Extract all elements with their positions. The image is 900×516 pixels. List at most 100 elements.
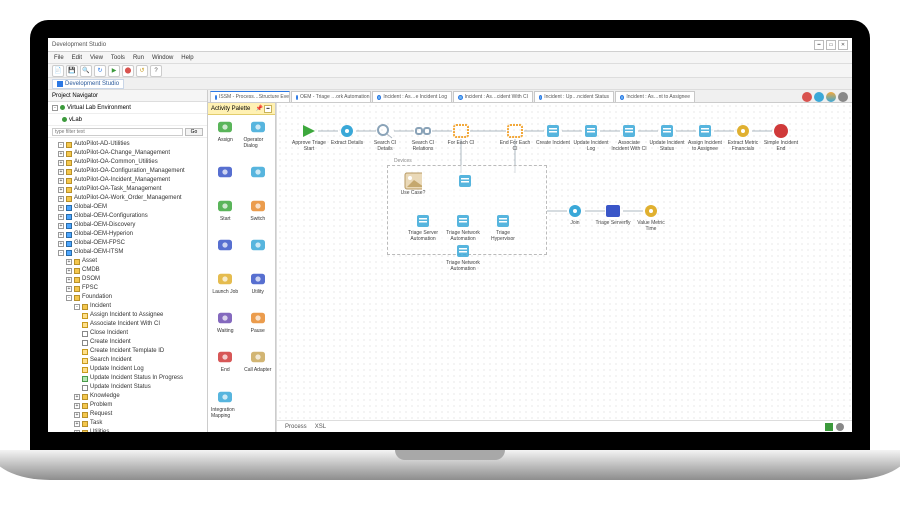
run-icon[interactable]: ▶ xyxy=(108,65,120,77)
menu-help[interactable]: Help xyxy=(181,55,193,61)
process-node[interactable]: Extract Details xyxy=(329,123,365,146)
palette-item[interactable] xyxy=(243,162,274,193)
expand-icon[interactable]: + xyxy=(58,205,64,211)
tree-node[interactable]: +Global-OEM-Configurations xyxy=(52,212,205,221)
tree-node[interactable]: +AutoPilot-OA-Work_Order_Management xyxy=(52,194,205,203)
expand-icon[interactable]: + xyxy=(58,151,64,157)
editor-tab[interactable]: Incident : As…e Incident Log xyxy=(372,91,452,102)
tree-node[interactable]: +Global-OEM-FPSC xyxy=(52,239,205,248)
expand-icon[interactable]: + xyxy=(58,187,64,193)
perspective-tab[interactable]: Development Studio xyxy=(52,79,124,89)
settings-icon[interactable] xyxy=(826,92,836,102)
palette-item[interactable]: End xyxy=(210,347,241,384)
tree-node[interactable]: +Task xyxy=(52,419,205,428)
editor-tab[interactable]: ISSM - Process…Structure Event xyxy=(210,91,290,102)
refresh-icon[interactable]: ↻ xyxy=(94,65,106,77)
process-node[interactable]: Search CI Details xyxy=(367,123,403,152)
editor-tab[interactable]: Incident : As…cident With CI xyxy=(453,91,533,102)
process-node[interactable]: Approve Triage Start xyxy=(291,123,327,152)
expand-icon[interactable]: + xyxy=(58,214,64,220)
close-button[interactable]: ✕ xyxy=(838,40,848,50)
pin-icon[interactable]: 📌 xyxy=(256,105,263,113)
expand-icon[interactable]: + xyxy=(58,223,64,229)
menu-edit[interactable]: Edit xyxy=(72,55,82,61)
tree-node[interactable]: +Asset xyxy=(52,257,205,266)
tree-node[interactable]: +AutoPilot-OA-Incident_Management xyxy=(52,176,205,185)
menu-window[interactable]: Window xyxy=(152,55,173,61)
expand-icon[interactable]: + xyxy=(74,430,80,433)
process-node[interactable]: Triage Hypervisor xyxy=(485,213,521,242)
tree-node[interactable]: Update Incident Status xyxy=(52,383,205,392)
tree-node[interactable]: +Global-OEM xyxy=(52,203,205,212)
tree-node[interactable]: +AutoPilot-OA-Configuration_Management xyxy=(52,167,205,176)
process-node[interactable]: Extract Metric Financials xyxy=(725,123,761,152)
minimize-button[interactable]: ━ xyxy=(814,40,824,50)
help-icon[interactable]: ? xyxy=(150,65,162,77)
expand-icon[interactable]: + xyxy=(74,421,80,427)
tree-node[interactable]: Create Incident xyxy=(52,338,205,347)
palette-item[interactable] xyxy=(210,235,241,266)
process-node[interactable] xyxy=(447,173,483,190)
tree-node[interactable]: +Utilities xyxy=(52,428,205,432)
palette-item[interactable]: Launch Job xyxy=(210,269,241,306)
process-node[interactable]: Update Incident Status xyxy=(649,123,685,152)
tree-node[interactable]: Associate Incident With CI xyxy=(52,320,205,329)
zoom-icon[interactable] xyxy=(836,423,844,431)
filter-go-button[interactable]: Go xyxy=(185,128,203,136)
process-node[interactable]: For Each CI xyxy=(443,123,479,146)
process-node[interactable]: Use Case? xyxy=(395,173,431,196)
history-icon[interactable]: ↺ xyxy=(136,65,148,77)
tree-node[interactable]: -AutoPilot-AD-Utilities xyxy=(52,140,205,149)
expand-icon[interactable]: + xyxy=(58,169,64,175)
tree-node[interactable]: +Request xyxy=(52,410,205,419)
palette-item[interactable] xyxy=(243,235,274,266)
globe-icon[interactable] xyxy=(814,92,824,102)
tree-node[interactable]: +DSOM xyxy=(52,275,205,284)
project-tree[interactable]: -AutoPilot-AD-Utilities+AutoPilot-OA-Cha… xyxy=(48,138,207,432)
expand-icon[interactable]: + xyxy=(66,259,72,265)
palette-item[interactable]: Utility xyxy=(243,269,274,306)
collapse-icon[interactable]: - xyxy=(66,295,72,301)
editor-tab[interactable]: Incident : As…nt to Assignee xyxy=(615,91,695,102)
tree-node[interactable]: +AutoPilot-OA-Task_Management xyxy=(52,185,205,194)
process-canvas[interactable]: Approve Triage StartExtract DetailsSearc… xyxy=(277,103,852,420)
collapse-icon[interactable]: - xyxy=(58,142,64,148)
expand-icon[interactable]: + xyxy=(58,178,64,184)
tree-node[interactable]: -Foundation xyxy=(52,293,205,302)
tree-node[interactable]: +Global-OEM-Hyperion xyxy=(52,230,205,239)
debug-icon[interactable]: ⬤ xyxy=(122,65,134,77)
menu-run[interactable]: Run xyxy=(133,55,144,61)
tree-node[interactable]: +Global-OEM-Discovery xyxy=(52,221,205,230)
palette-item[interactable]: Pause xyxy=(243,308,274,345)
bottom-tab-process[interactable]: Process xyxy=(285,424,307,430)
tree-node[interactable]: +FPSC xyxy=(52,284,205,293)
expand-icon[interactable]: + xyxy=(74,394,80,400)
expand-icon[interactable]: + xyxy=(58,241,64,247)
tree-node[interactable]: +Knowledge xyxy=(52,392,205,401)
process-node[interactable]: Assign Incident to Assignee xyxy=(687,123,723,152)
palette-item[interactable]: Waiting xyxy=(210,308,241,345)
palette-item[interactable]: Operator Dialog xyxy=(243,117,274,160)
environment-sub[interactable]: vLab xyxy=(48,114,207,126)
palette-item[interactable]: Start xyxy=(210,196,241,233)
expand-icon[interactable]: + xyxy=(58,196,64,202)
process-node[interactable]: Simple Incident End xyxy=(763,123,799,152)
tree-node[interactable]: -Global-OEM-ITSM xyxy=(52,248,205,257)
menu-tools[interactable]: Tools xyxy=(111,55,125,61)
collapse-icon[interactable]: - xyxy=(58,250,64,256)
process-node[interactable]: Triage Network Automation xyxy=(445,243,481,272)
zoom-fit-icon[interactable] xyxy=(825,423,833,431)
process-node[interactable]: Triage Serverfly xyxy=(595,203,631,226)
expand-icon[interactable]: + xyxy=(66,268,72,274)
process-node[interactable]: Search CI Relations xyxy=(405,123,441,152)
expand-icon[interactable]: + xyxy=(66,277,72,283)
process-node[interactable]: Create Incident xyxy=(535,123,571,146)
palette-item[interactable] xyxy=(210,162,241,193)
editor-tab[interactable]: OEM - Triage …ork Automation xyxy=(291,91,371,102)
process-node[interactable]: Triage Server Automation xyxy=(405,213,441,242)
tree-node[interactable]: +AutoPilot-OA-Change_Management xyxy=(52,149,205,158)
tree-node[interactable]: Update Incident Status In Progress xyxy=(52,374,205,383)
process-node[interactable]: Associate Incident With CI xyxy=(611,123,647,152)
tree-node[interactable]: Update Incident Log xyxy=(52,365,205,374)
tree-node[interactable]: Close Incident xyxy=(52,329,205,338)
